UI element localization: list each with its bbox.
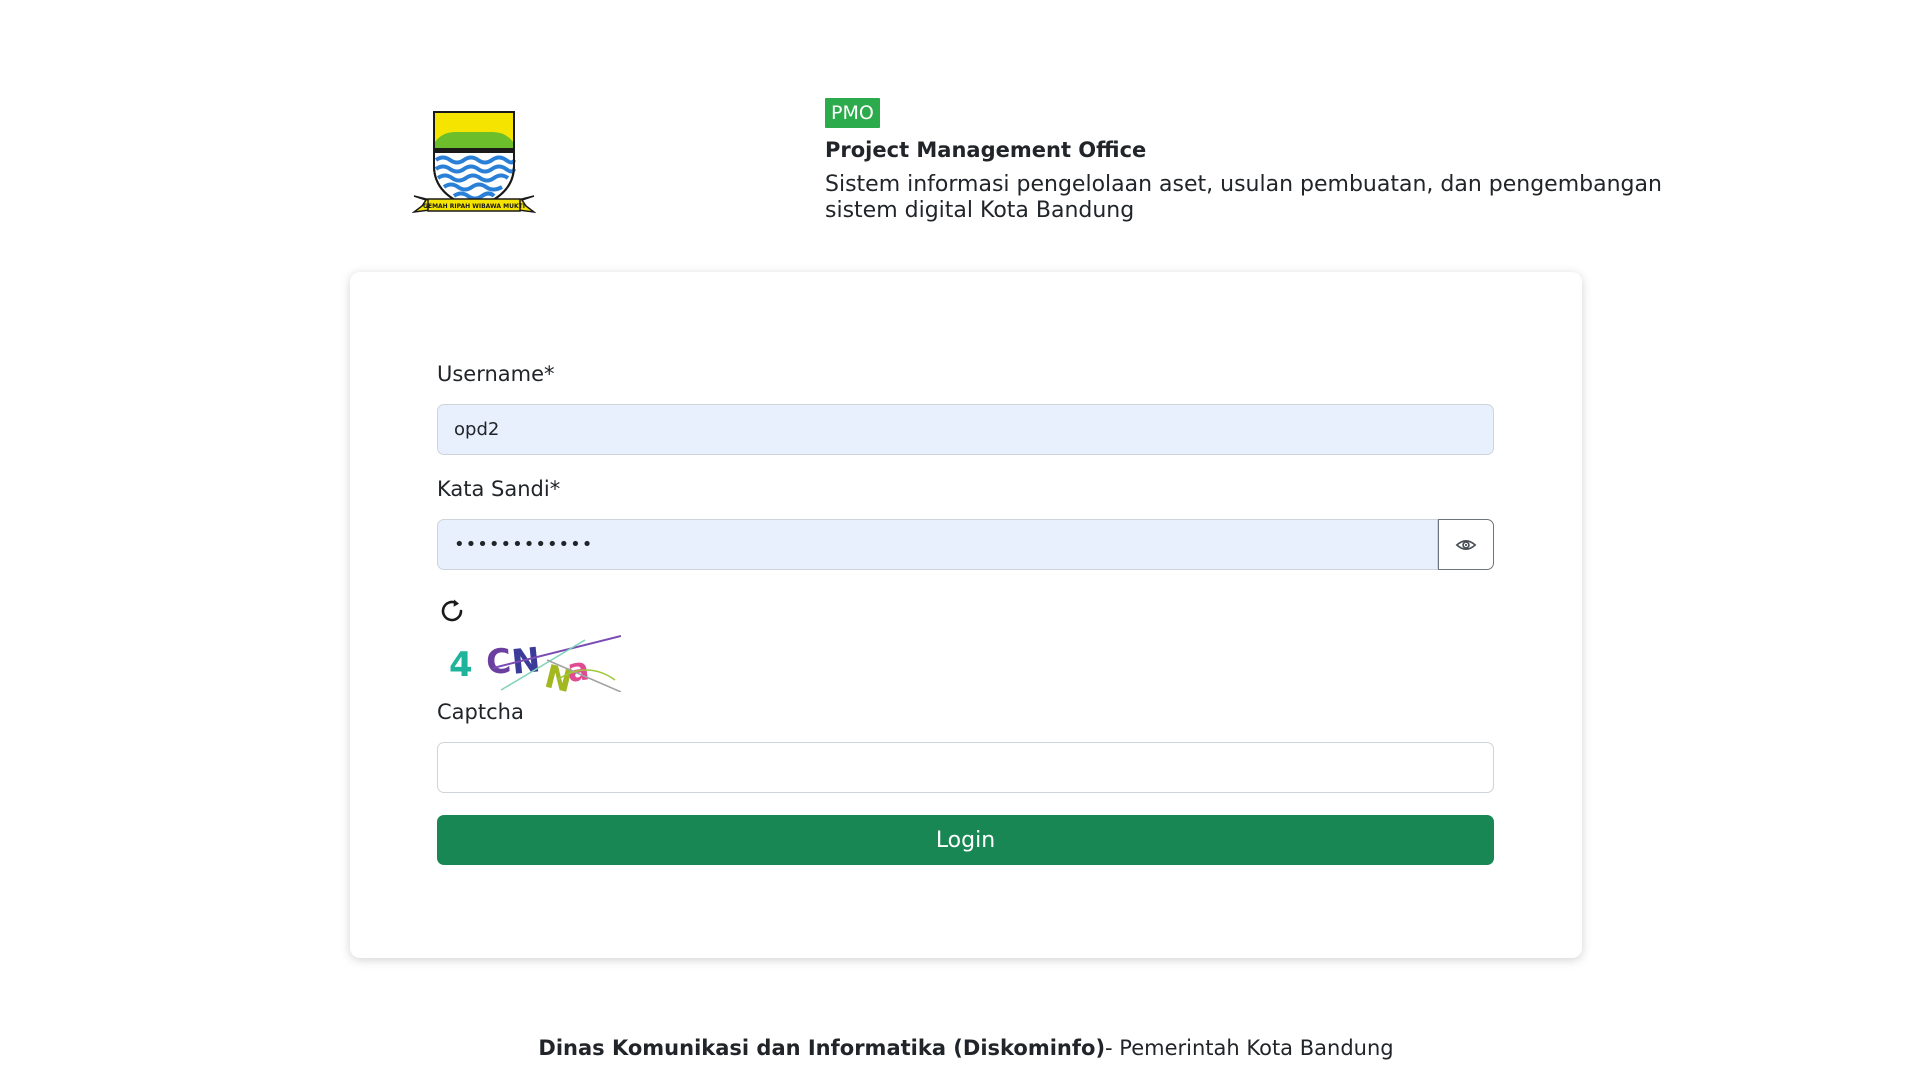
toggle-password-button[interactable] bbox=[1438, 519, 1494, 570]
page-title: Project Management Office bbox=[825, 138, 1147, 162]
password-field[interactable]: •••••••••••• bbox=[437, 519, 1438, 570]
svg-text:C: C bbox=[485, 641, 513, 683]
password-label: Kata Sandi* bbox=[437, 477, 561, 501]
footer: Dinas Komunikasi dan Informatika (Diskom… bbox=[0, 1034, 1920, 1062]
footer-org: Dinas Komunikasi dan Informatika (Diskom… bbox=[538, 1036, 1106, 1060]
captcha-label: Captcha bbox=[437, 700, 524, 724]
login-card: Username* opd2 Kata Sandi* •••••••••••• bbox=[350, 272, 1582, 958]
kota-bandung-logo: GEMAH RIPAH WIBAWA MUKTI bbox=[411, 108, 537, 216]
username-label: Username* bbox=[437, 362, 555, 386]
captcha-image: 4 C N N a bbox=[437, 630, 622, 700]
refresh-captcha-button[interactable] bbox=[437, 596, 467, 626]
eye-icon bbox=[1455, 539, 1477, 550]
refresh-icon bbox=[441, 599, 463, 622]
username-value: opd2 bbox=[454, 419, 500, 440]
login-form: Username* opd2 Kata Sandi* •••••••••••• bbox=[437, 360, 1494, 865]
username-field[interactable]: opd2 bbox=[437, 404, 1494, 455]
password-value: •••••••••••• bbox=[454, 534, 594, 555]
footer-suffix: - Pemerintah Kota Bandung bbox=[1105, 1036, 1394, 1060]
pmo-badge: PMO bbox=[825, 98, 880, 128]
svg-text:4: 4 bbox=[449, 645, 473, 685]
page-description: Sistem informasi pengelolaan aset, usula… bbox=[825, 172, 1662, 223]
password-group: •••••••••••• bbox=[437, 519, 1494, 570]
login-page: GEMAH RIPAH WIBAWA MUKTI PMO Project Man… bbox=[0, 0, 1920, 1081]
login-button[interactable]: Login bbox=[437, 815, 1494, 865]
logo-motto-text: GEMAH RIPAH WIBAWA MUKTI bbox=[423, 203, 525, 210]
header: PMO Project Management Office Sistem inf… bbox=[825, 98, 1685, 224]
captcha-field[interactable] bbox=[437, 742, 1494, 793]
